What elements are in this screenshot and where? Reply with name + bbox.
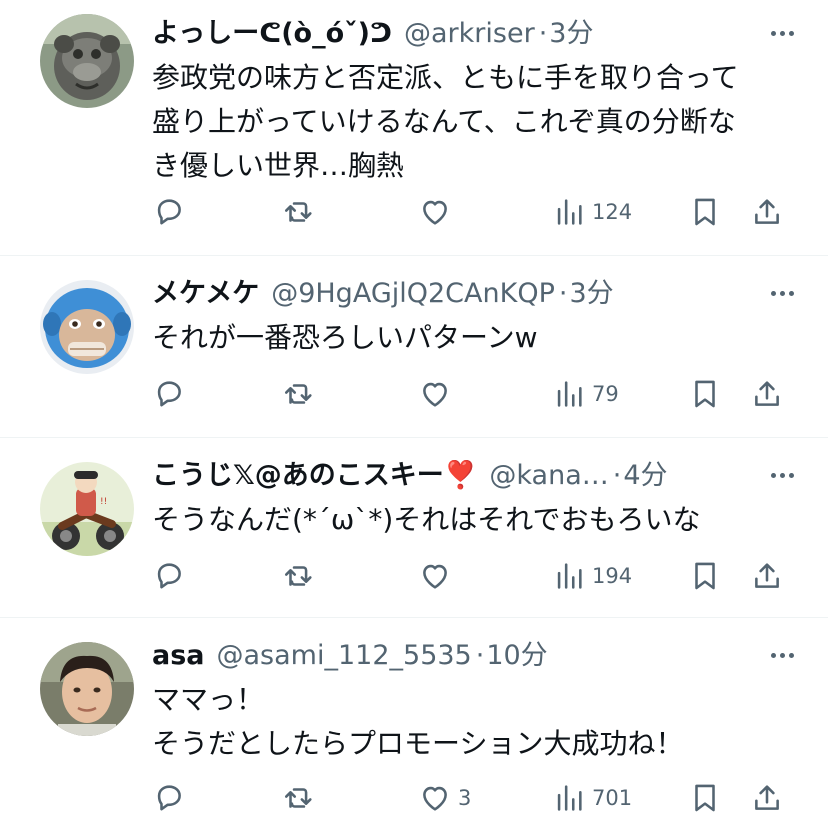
more-options-button[interactable] [762,640,802,670]
tweet-text: ママっ！ そうだとしたらプロモーション大成功ね！ [152,678,788,766]
view-count: 79 [592,382,619,406]
user-handle[interactable]: @arkriser [404,14,535,54]
tweet-text-line: 盛り上がっていけるなんて、これぞ真の分断な [152,105,736,138]
action-bar: 194 [152,556,792,596]
share-icon [755,785,779,810]
views-chart-icon [557,381,582,407]
tweet-text: それが一番恐ろしいパターンw [152,316,788,360]
tweet-text-line: そうだとしたらプロモーション大成功ね！ [152,727,684,760]
more-options-button[interactable] [762,278,802,308]
retweet-icon [284,788,312,808]
share-icon [755,563,779,588]
more-options-button[interactable] [762,460,802,490]
reply-button[interactable] [152,192,186,232]
like-button[interactable] [418,556,458,596]
tweet-text-line: き優しい世界…胸熱 [152,149,405,182]
display-name[interactable]: こうじ𝕏@あのこスキー❣️ [152,456,477,496]
tweet-text-line: ママっ！ [152,683,265,716]
views-chart-icon [557,563,582,589]
reply-button[interactable] [152,374,186,414]
action-bar: 79 [152,374,792,414]
share-icon [755,199,779,224]
like-count: 3 [458,786,472,810]
retweet-button[interactable] [282,556,316,596]
views-chart-icon [557,785,582,811]
action-bar: 3 701 [152,778,792,818]
retweet-button[interactable] [282,374,316,414]
tweet-text-line: 参政党の味方と否定派、ともに手を取り合って [152,61,739,94]
avatar[interactable] [40,642,134,736]
reply-button[interactable] [152,778,186,818]
more-options-button[interactable] [762,18,802,48]
display-name[interactable]: asa [152,636,205,676]
retweet-icon [284,566,312,586]
user-handle[interactable]: @9HgAGjlQ2CAnKQP [271,274,555,314]
display-name[interactable]: よっしーᕦ(ò_óˇ)ᕤ [152,14,392,54]
timestamp[interactable]: 10分 [486,636,547,676]
heart-icon [423,382,447,407]
view-count: 124 [592,200,633,224]
avatar[interactable] [40,14,134,108]
timestamp[interactable]: 4分 [623,456,667,496]
timestamp[interactable]: 3分 [549,14,593,54]
views-button[interactable]: 124 [552,192,632,232]
tweet-text-line: そうなんだ(*´ω`*)それはそれでおもろいな [152,503,701,536]
tweet-text: そうなんだ(*´ω`*)それはそれでおもろいな [152,498,788,542]
retweet-button[interactable] [282,192,316,232]
display-name[interactable]: メケメケ [152,274,259,314]
bookmark-icon [695,380,715,408]
reply-feed: よっしーᕦ(ò_óˇ)ᕤ @arkriser · 3分 参政党の味方と否定派、と… [0,0,828,836]
separator: · [612,460,622,491]
reply-icon [157,785,181,811]
reply-icon [157,563,181,589]
retweet-button[interactable] [282,778,316,818]
reply-icon [157,199,181,225]
heart-icon [423,564,447,589]
bookmark-button[interactable] [688,374,722,414]
action-bar: 124 [152,192,792,232]
separator: · [538,18,548,49]
retweet-icon [284,202,312,222]
views-chart-icon [557,199,582,225]
share-button[interactable] [750,778,784,818]
reply-button[interactable] [152,556,186,596]
user-handle[interactable]: @asami_112_5535 [217,636,472,676]
retweet-icon [284,384,312,404]
bookmark-icon [695,198,715,226]
reply-icon [157,381,181,407]
heart-icon [423,200,447,225]
tweet[interactable]: メケメケ @9HgAGjlQ2CAnKQP · 3分 それが一番恐ろしいパターン… [0,256,828,438]
timestamp[interactable]: 3分 [569,274,613,314]
like-button[interactable] [418,374,458,414]
avatar[interactable]: !! [40,462,134,556]
share-button[interactable] [750,556,784,596]
bookmark-icon [695,784,715,812]
share-button[interactable] [750,192,784,232]
share-button[interactable] [750,374,784,414]
views-button[interactable]: 701 [552,778,632,818]
tweet-text-line: それが一番恐ろしいパターンw [152,321,538,354]
tweet[interactable]: asa @asami_112_5535 · 10分 ママっ！ そうだとしたらプロ… [0,618,828,836]
tweet[interactable]: !! こうじ𝕏@あのこスキー❣️ @kana… · 4分 そうなんだ(*´ω`*… [0,438,828,618]
views-button[interactable]: 194 [552,556,632,596]
separator: · [558,278,568,309]
like-button[interactable]: 3 [418,778,471,818]
avatar[interactable] [40,280,134,374]
view-count: 194 [592,564,633,588]
bookmark-icon [695,562,715,590]
views-button[interactable]: 79 [552,374,619,414]
like-button[interactable] [418,192,458,232]
tweet[interactable]: よっしーᕦ(ò_óˇ)ᕤ @arkriser · 3分 参政党の味方と否定派、と… [0,0,828,256]
share-icon [755,381,779,406]
heart-icon [423,786,447,811]
tweet-text: 参政党の味方と否定派、ともに手を取り合って 盛り上がっていけるなんて、これぞ真の… [152,56,788,188]
svg-text:!!: !! [100,497,107,507]
separator: · [475,640,485,671]
bookmark-button[interactable] [688,778,722,818]
bookmark-button[interactable] [688,192,722,232]
user-handle[interactable]: @kana… [489,456,608,496]
view-count: 701 [592,786,633,810]
bookmark-button[interactable] [688,556,722,596]
